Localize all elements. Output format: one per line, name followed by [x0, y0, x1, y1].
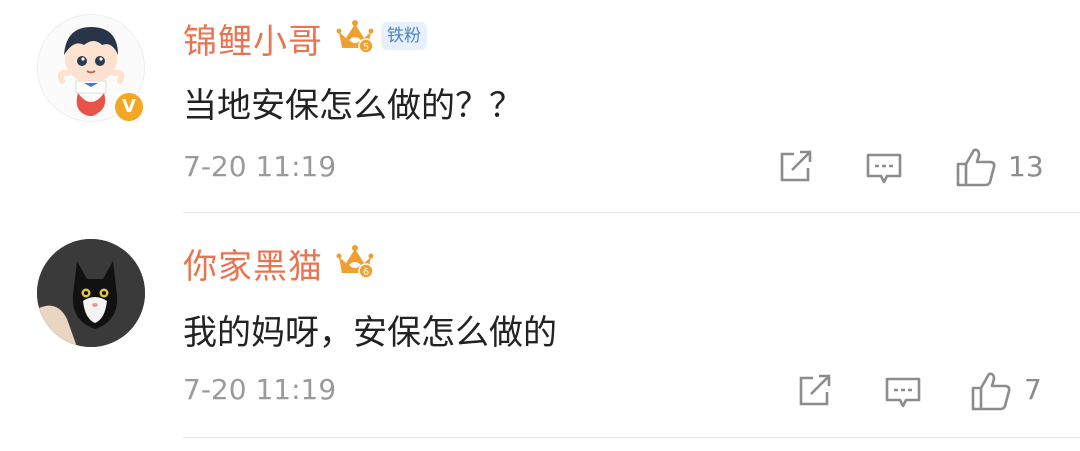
verified-badge-icon: V	[112, 90, 146, 124]
black-cat-avatar-icon	[37, 239, 145, 347]
username[interactable]: 锦鲤小哥	[183, 14, 323, 63]
avatar[interactable]	[37, 239, 145, 347]
repost-icon[interactable]	[778, 150, 814, 184]
crown-level-text: 6	[363, 267, 369, 278]
username[interactable]: 你家黑猫	[183, 239, 323, 288]
divider	[183, 437, 1080, 438]
comment-text: 我的妈呀，安保怎么做的	[183, 313, 557, 353]
timestamp: 7-20 11:19	[183, 150, 337, 183]
like-count: 7	[1024, 373, 1042, 406]
crown-level-text: 5	[363, 42, 369, 53]
comment-item: V 锦鲤小哥 5 铁粉 当地安保怎么做的？？ 7-20 11:19 13	[0, 0, 1080, 212]
fan-badge: 铁粉	[381, 22, 427, 50]
like-icon[interactable]	[955, 146, 997, 188]
comment-item: 你家黑猫 6 我的妈呀，安保怎么做的 7-20 11:19 7	[0, 213, 1080, 438]
crown-level-icon: 6	[336, 245, 374, 279]
reply-icon[interactable]	[865, 152, 903, 186]
crown-level-icon: 5	[336, 20, 374, 54]
comment-text: 当地安保怎么做的？？	[183, 86, 523, 126]
like-icon[interactable]	[970, 370, 1012, 412]
timestamp: 7-20 11:19	[183, 373, 337, 406]
repost-icon[interactable]	[797, 374, 833, 408]
like-count: 13	[1008, 150, 1044, 183]
reply-icon[interactable]	[884, 376, 922, 410]
